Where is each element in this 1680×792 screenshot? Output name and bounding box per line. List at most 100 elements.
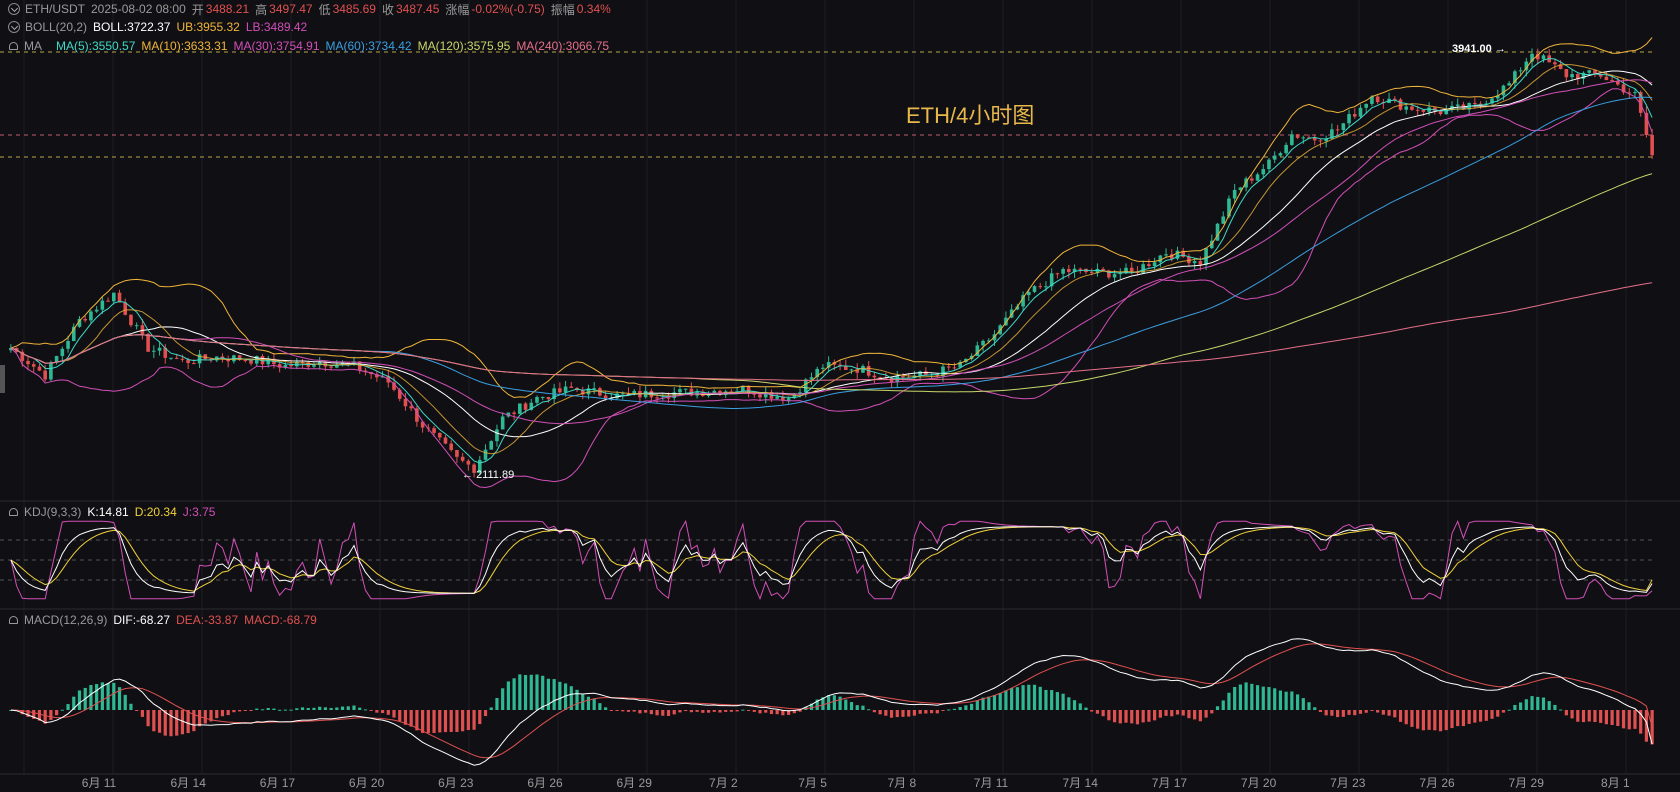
macd-histogram-bar	[232, 710, 236, 713]
candle-body	[106, 300, 110, 302]
macd-histogram-bar	[197, 710, 202, 727]
macd-histogram-bar	[724, 710, 728, 712]
macd-histogram-bar	[638, 710, 642, 714]
candle	[1398, 97, 1403, 111]
candle	[1181, 247, 1186, 258]
candle-body	[1633, 92, 1637, 94]
candle-body	[1215, 223, 1220, 241]
macd-histogram-bar	[1513, 704, 1517, 710]
candle-body	[129, 314, 133, 326]
macd-histogram-bar	[678, 710, 682, 713]
macd-histogram-bar	[1313, 707, 1317, 710]
macd-histogram-bar	[1295, 694, 1300, 710]
macd-histogram-bar	[1456, 710, 1460, 727]
macd-histogram-bar	[1604, 710, 1608, 725]
macd-histogram-bar	[1581, 710, 1586, 723]
macd-histogram-bar	[701, 710, 705, 713]
macd-histogram-bar	[1221, 700, 1225, 710]
collapse-icon[interactable]	[8, 21, 20, 33]
macd-histogram-bar	[1284, 691, 1288, 710]
collapse-icon[interactable]	[8, 3, 20, 15]
high-price-marker: 3941.00 →	[1452, 43, 1506, 55]
macd-histogram-bar	[1444, 710, 1448, 731]
macd-histogram-bar	[935, 710, 939, 714]
candle-body	[1032, 286, 1037, 292]
candle-body	[26, 360, 30, 365]
macd-histogram-bar	[878, 710, 882, 715]
macd-histogram-bar	[1570, 710, 1574, 719]
candle	[152, 345, 156, 359]
macd-histogram-bar	[849, 702, 854, 710]
macd-histogram-bar	[512, 678, 516, 710]
candle-body	[1129, 267, 1134, 272]
macd-histogram-bar	[1599, 710, 1603, 723]
boll-upper-line	[10, 37, 1653, 399]
x-tick-label: 7月 23	[1330, 776, 1366, 790]
amp-value: 0.34%	[576, 2, 611, 16]
macd-histogram-bar	[901, 710, 905, 717]
bell-icon[interactable]	[8, 41, 19, 52]
candle-body	[146, 333, 150, 352]
macd-histogram-bar	[689, 710, 693, 713]
macd-histogram-bar	[443, 710, 448, 733]
macd-histogram-bar	[140, 710, 144, 717]
macd-histogram-bar	[695, 710, 699, 712]
macd-histogram-bar	[483, 710, 488, 717]
macd-histogram-bar	[1010, 688, 1014, 710]
candle-body	[249, 360, 253, 364]
candle-body	[1295, 134, 1300, 138]
candle	[1272, 151, 1277, 164]
macd-histogram-bar	[1438, 710, 1443, 732]
macd-histogram-bar	[644, 710, 648, 713]
candle	[592, 382, 596, 395]
macd-histogram-bar	[220, 710, 225, 717]
candle-body	[683, 388, 688, 390]
candlestick-chart[interactable]	[0, 0, 1680, 792]
low-value: 3485.69	[332, 2, 376, 16]
macd-histogram-bar	[918, 710, 922, 714]
candle-body	[798, 392, 802, 394]
macd-histogram-bar	[1078, 703, 1082, 710]
macd-histogram-bar	[421, 710, 425, 733]
bell-icon[interactable]	[8, 615, 19, 626]
macd-histogram-bar	[123, 694, 127, 710]
boll-mid: BOLL:3722.37	[93, 20, 171, 34]
candle-body	[1421, 109, 1426, 112]
candle	[763, 386, 768, 404]
change-label: 涨幅	[445, 2, 470, 17]
candle	[1118, 268, 1123, 279]
macd-histogram-bar	[169, 710, 173, 737]
macd-histogram-bar	[135, 710, 139, 711]
macd-histogram-bar	[346, 706, 350, 710]
candle	[1318, 138, 1323, 148]
macd-histogram-bar	[95, 684, 99, 710]
candle	[1295, 134, 1300, 140]
candle-body	[952, 367, 957, 369]
macd-histogram-bar	[1084, 707, 1088, 710]
candle-body	[1364, 103, 1369, 108]
bell-icon[interactable]	[8, 507, 19, 518]
macd-histogram-bar	[1038, 686, 1042, 710]
candle-body	[1564, 69, 1569, 78]
candle	[569, 382, 574, 389]
scroll-handle[interactable]	[0, 365, 5, 393]
x-tick-label: 6月 23	[438, 776, 474, 790]
candle	[1067, 264, 1071, 279]
candle-body	[1318, 140, 1323, 142]
macd-histogram-bar	[855, 705, 859, 710]
candle-body	[1507, 83, 1511, 86]
macd-histogram-bar	[1107, 710, 1111, 721]
macd-histogram-bar	[1050, 690, 1054, 710]
candle	[1375, 95, 1380, 105]
macd-legend: MACD(12,26,9) DIF:-68.27 DEA:-33.87 MACD…	[8, 611, 323, 629]
macd-histogram-bar	[226, 710, 230, 716]
macd-histogram-bar	[1187, 710, 1191, 719]
macd-histogram-bar	[1181, 710, 1185, 716]
candle-body	[849, 369, 854, 371]
macd-histogram-bar	[1015, 687, 1019, 710]
candle	[1038, 282, 1043, 289]
candle-body	[1038, 286, 1043, 288]
candle	[254, 355, 259, 367]
macd-histogram-bar	[1101, 710, 1105, 717]
macd-histogram-bar	[1318, 710, 1323, 713]
